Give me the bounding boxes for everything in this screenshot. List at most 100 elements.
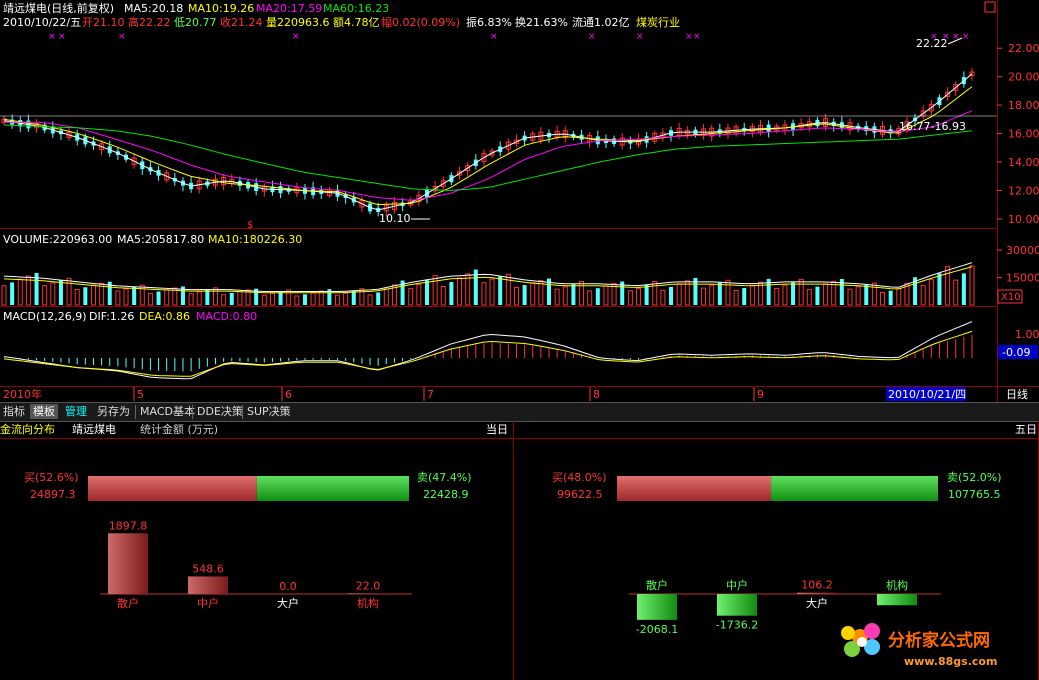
amount-label: 额4.78亿: [333, 16, 380, 29]
price-tick-label: 16.00: [1008, 128, 1039, 141]
tab-dde[interactable]: DDE决策: [194, 404, 246, 419]
volume-bar: [90, 284, 96, 306]
ma5-label: MA5:20.18: [124, 2, 183, 15]
volume-bar: [229, 292, 234, 305]
today-sell-value: 22428.9: [423, 488, 469, 501]
flower-logo-icon: [841, 623, 880, 657]
volume-bar: [579, 280, 585, 306]
stock-chart[interactable]: 靖远煤电(日线,前复权) MA5:20.18 MA10:19.26 MA20:1…: [0, 0, 1039, 402]
today-sell-label: 卖(47.4%): [417, 471, 472, 484]
volume-bar: [871, 282, 877, 306]
investor-label: 大户: [277, 596, 299, 610]
volume-bar: [928, 279, 934, 306]
event-marker-icon: ×: [292, 32, 300, 42]
fund-flow-stock: 靖远煤电: [72, 423, 116, 436]
volume-bar: [554, 288, 560, 306]
macd-title: MACD(12,26,9): [3, 310, 87, 323]
dif-line: [3, 321, 973, 380]
month-label: 7: [427, 388, 434, 401]
volume-bar: [725, 279, 731, 306]
sell-segment: [256, 476, 409, 501]
price-tick-label: 10.00: [1008, 213, 1039, 226]
volume-bar: [782, 284, 788, 306]
volume-bar: [58, 280, 63, 305]
volume-bar: [522, 285, 527, 305]
volume-bar: [937, 273, 942, 305]
volume-bar: [66, 277, 72, 306]
month-label: 6: [285, 388, 292, 401]
tab-indicator[interactable]: 指标: [0, 404, 28, 419]
volume-bar: [376, 292, 381, 305]
investor-label: 大户: [806, 596, 828, 610]
investor-value: 548.6: [192, 562, 224, 575]
ma20-label: MA20:17.59: [256, 2, 322, 15]
volume-bar: [50, 282, 56, 306]
volume-bar: [17, 278, 23, 306]
investor-bar: [797, 592, 837, 594]
volume-bar: [791, 282, 796, 305]
volume-bar: [205, 289, 210, 305]
range-annotation: 16.77-16.93: [899, 120, 966, 133]
volume-bar: [310, 292, 316, 306]
close-label: 收21.24: [220, 15, 263, 29]
investor-bar: [108, 533, 148, 594]
volume-bar: [733, 289, 739, 306]
event-marker-icon: ×: [58, 32, 66, 42]
volume-bar: [513, 286, 519, 306]
high-annotation: 22.22: [916, 37, 948, 50]
volume-bar: [139, 284, 145, 306]
price-tick-label: 12.00: [1008, 184, 1039, 197]
volume-bar: [562, 286, 568, 306]
dea-line: [3, 330, 973, 377]
five-day-buy-value: 99622.5: [557, 488, 603, 501]
volume-bar: [635, 287, 641, 306]
investor-label: 中户: [197, 596, 219, 610]
volume-bar: [587, 290, 593, 306]
tab-save-as[interactable]: 另存为: [94, 404, 133, 419]
today-buy-value: 24897.3: [30, 488, 76, 501]
industry-label: 煤炭行业: [636, 16, 680, 29]
volume-bar: [343, 292, 349, 306]
event-marker-icon: ×: [588, 32, 596, 42]
event-marker-icon: ×: [118, 32, 126, 42]
close-box-icon[interactable]: [984, 1, 996, 13]
volume-bar: [603, 285, 609, 306]
vol-ma5-label: MA5:205817.80: [117, 233, 204, 246]
tab-manage[interactable]: 管理: [62, 404, 90, 419]
macd-header: MACD(12,26,9) DIF:1.26 DEA:0.86 MACD:0.8…: [3, 310, 257, 323]
volume-bar: [652, 281, 658, 306]
volume-bar: [595, 288, 600, 305]
volume-bar: [481, 282, 487, 306]
price-tick-label: 22.00: [1008, 42, 1039, 55]
investor-bar: [717, 594, 757, 616]
five-day-sell-value: 107765.5: [948, 488, 1001, 501]
volume-bar: [188, 293, 194, 306]
high-label: 高22.22: [128, 15, 171, 29]
tab-sup[interactable]: SUP决策: [244, 404, 294, 419]
volume-bar: [709, 284, 715, 306]
five-day-sell-label: 卖(52.0%): [947, 471, 1002, 484]
sell-segment: [771, 476, 938, 501]
volume-bar: [888, 290, 893, 305]
volume-ma10-line: [3, 266, 973, 294]
investor-bar: [188, 576, 228, 594]
ma10-label: MA10:19.26: [188, 2, 254, 15]
investor-label: 中户: [726, 578, 748, 592]
investor-value: 22.0: [356, 579, 381, 592]
event-marker-icon: ×: [693, 32, 701, 42]
buy-segment: [88, 476, 257, 501]
volume-bar: [920, 285, 926, 306]
macd-value-label: MACD:0.80: [196, 310, 257, 323]
tab-template[interactable]: 模板: [30, 404, 58, 419]
volume-bar: [969, 265, 975, 306]
tab-macd[interactable]: MACD基本: [137, 404, 198, 419]
volume-bar: [237, 290, 243, 306]
volume-label: 量220963.6: [266, 16, 330, 29]
volume-bar: [74, 289, 80, 306]
volume-bar: [351, 290, 356, 305]
volume-bar: [408, 288, 414, 306]
volume-bar: [302, 294, 307, 305]
volume-bar: [261, 294, 267, 306]
vol-ma10-label: MA10:180226.30: [208, 233, 302, 246]
investor-bar: [877, 594, 917, 606]
